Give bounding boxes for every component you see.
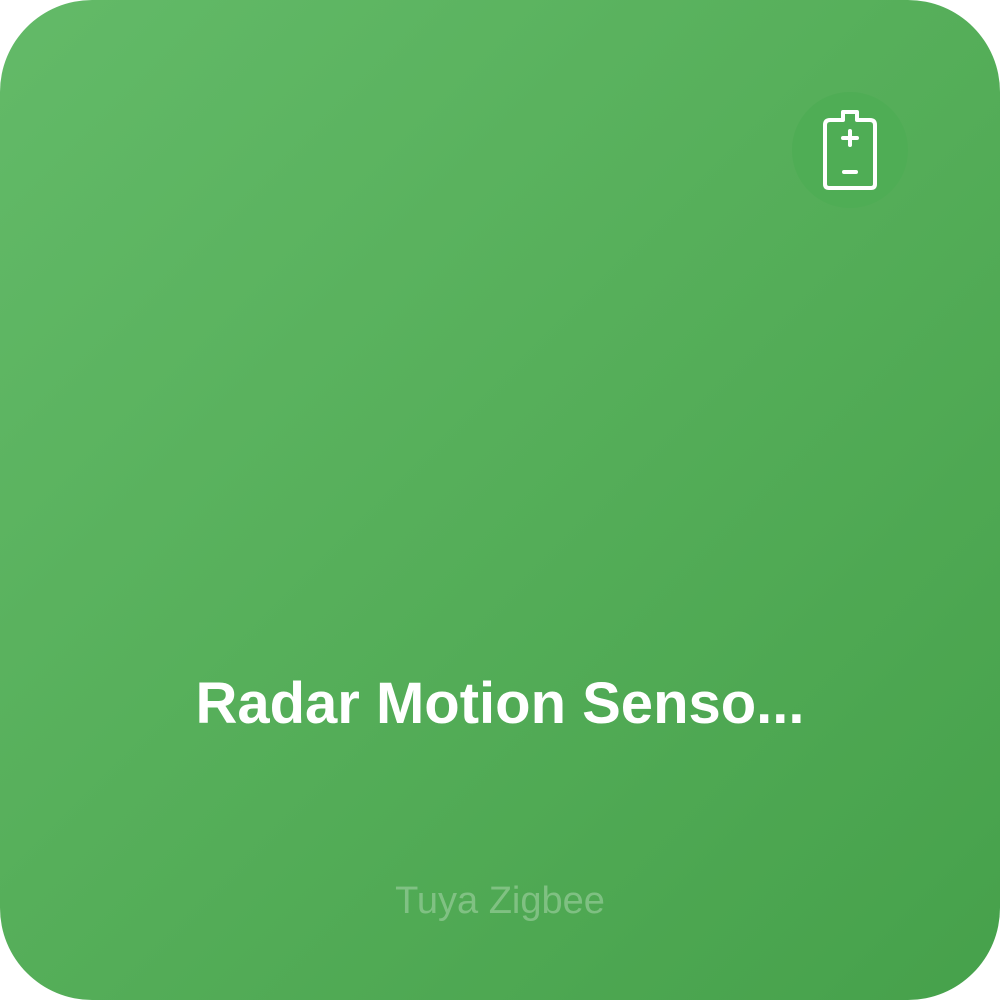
device-manufacturer: Tuya Zigbee [395,880,605,922]
device-name: Radar Motion Senso... [195,671,805,736]
battery-icon [823,110,877,190]
battery-status-badge [792,92,908,208]
device-card[interactable]: Radar Motion Senso... Tuya Zigbee [0,0,1000,1000]
